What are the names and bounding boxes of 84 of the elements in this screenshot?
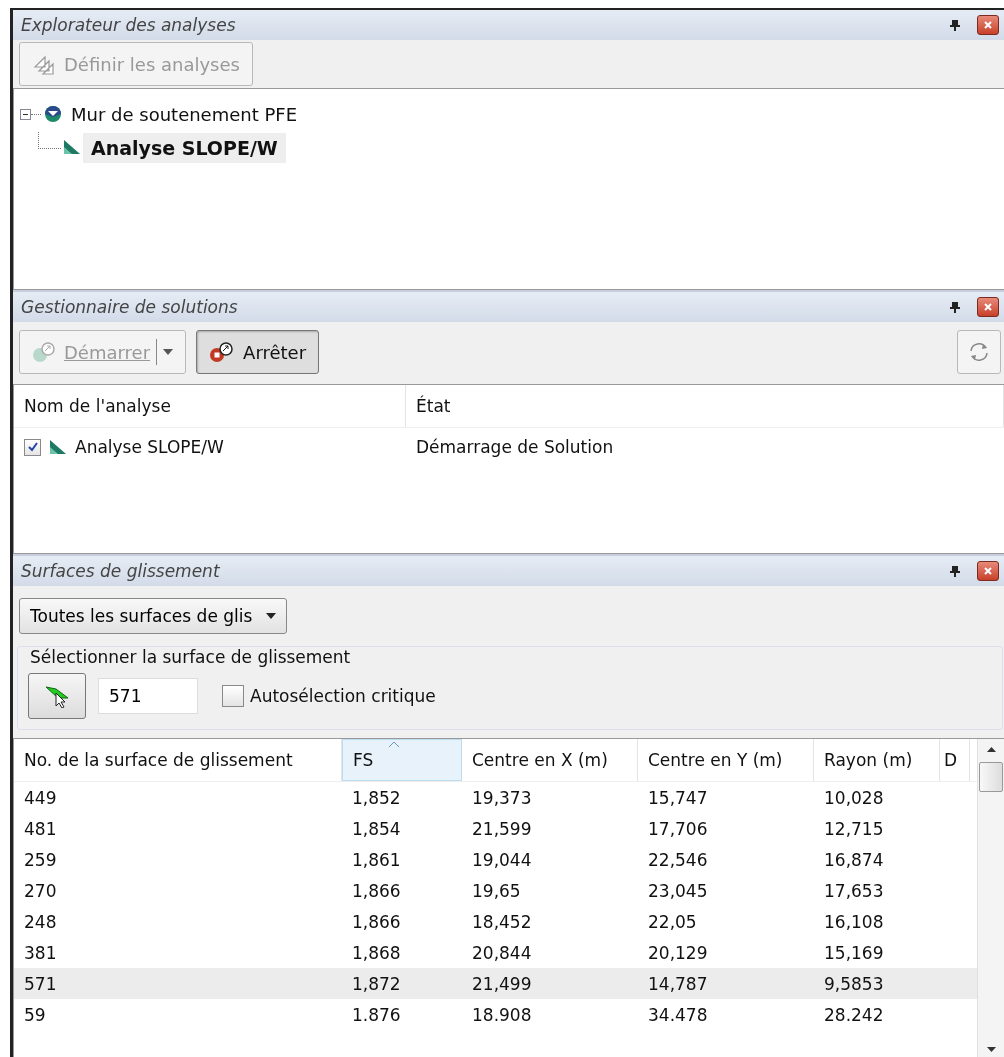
table-cell-text: 18.908	[471, 1004, 533, 1025]
checkbox[interactable]	[24, 438, 41, 456]
tree-item[interactable]: Analyse SLOPE/W	[83, 133, 286, 163]
refresh-button[interactable]	[957, 330, 1001, 374]
pin-icon[interactable]	[949, 565, 961, 577]
table-cell-text: 17,706	[647, 818, 709, 839]
table-cell-text: 571	[23, 973, 58, 994]
tree-item[interactable]: Mur de soutenement PFE	[63, 99, 306, 129]
panel-title: Surfaces de glissement	[21, 561, 221, 581]
surface-number-field[interactable]: 571	[98, 678, 198, 714]
table-cell-text: 449	[23, 787, 58, 808]
close-icon	[983, 302, 993, 312]
table-cell-text: 17,653	[823, 880, 885, 901]
table-cell-text: 381	[23, 942, 58, 963]
play-gear-icon	[32, 341, 58, 363]
table-cell-text: 259	[23, 849, 58, 870]
table-cell-text: 1,854	[351, 818, 402, 839]
column-header[interactable]: Centre en Y (m)	[638, 739, 814, 781]
table-cell-text: 248	[23, 911, 58, 932]
close-icon	[983, 20, 993, 30]
table-cell-text: 9,5853	[823, 973, 885, 994]
panel-title: Gestionnaire de solutions	[21, 297, 239, 317]
column-header[interactable]: Centre en X (m)	[462, 739, 638, 781]
table-cell-text: 1,872	[351, 973, 402, 994]
table-cell-text: 1,868	[351, 942, 402, 963]
table-cell-text: 16,874	[823, 849, 885, 870]
table-cell-text: 1.876	[351, 1004, 402, 1025]
table-cell-text: 15,747	[647, 787, 709, 808]
table-cell-text: 18,452	[471, 911, 533, 932]
table-cell-text: 12,715	[823, 818, 885, 839]
close-button[interactable]	[977, 15, 999, 35]
caret-icon	[266, 613, 277, 619]
table-cell-text: 21,499	[471, 973, 533, 994]
scroll-up-icon	[986, 747, 996, 752]
stop-button[interactable]: Arrêter	[196, 330, 320, 374]
checkbox-label: Autosélection critique	[250, 686, 436, 706]
table-cell-text: 59	[23, 1004, 47, 1025]
table-cell-text: 1,861	[351, 849, 402, 870]
table-cell-text: 34.478	[647, 1004, 709, 1025]
table-cell-text: 21,599	[471, 818, 533, 839]
panel-title: Explorateur des analyses	[21, 15, 237, 35]
close-icon	[983, 566, 993, 576]
table-cell-text: 481	[23, 818, 58, 839]
table-cell-text: Démarrage de Solution	[415, 437, 615, 457]
surface-filter-dropdown[interactable]: Toutes les surfaces de glis	[19, 598, 288, 634]
column-header[interactable]: Rayon (m)	[814, 739, 940, 781]
table-cell-text: 14,787	[647, 973, 709, 994]
column-header[interactable]: État	[406, 385, 1004, 427]
table-cell-text: 270	[23, 880, 58, 901]
pin-icon[interactable]	[949, 301, 961, 313]
group-label: Sélectionner la surface de glissement	[28, 647, 353, 667]
caret-icon	[163, 349, 174, 355]
table-cell-text: 19,65	[471, 880, 522, 901]
checkbox[interactable]	[222, 685, 244, 707]
pin-icon[interactable]	[949, 19, 961, 31]
table-cell-text: 1,852	[351, 787, 402, 808]
column-header[interactable]: Nom de l'analyse	[14, 385, 406, 427]
close-button[interactable]	[977, 297, 999, 317]
globe-icon	[43, 105, 63, 123]
scroll-down-icon	[986, 1047, 996, 1052]
table-cell-text: 1,866	[351, 911, 402, 932]
collapse-icon[interactable]	[20, 108, 31, 120]
table-cell-text: 1,866	[351, 880, 402, 901]
table-cell-text: 15,169	[823, 942, 885, 963]
table-cell-text: 19,373	[471, 787, 533, 808]
scrollbar[interactable]	[977, 739, 1004, 1057]
table-cell-text: 10,028	[823, 787, 885, 808]
table-cell-text: 20,129	[647, 942, 709, 963]
table-cell-text: 19,044	[471, 849, 533, 870]
column-header[interactable]: FS	[342, 739, 462, 781]
scroll-thumb[interactable]	[979, 762, 1003, 792]
close-button[interactable]	[977, 561, 999, 581]
check-icon	[27, 442, 38, 452]
slope-icon	[49, 439, 67, 455]
column-header[interactable]: D	[940, 739, 970, 781]
table-cell: Analyse SLOPE/W	[75, 437, 224, 457]
table-cell-text: 16,108	[823, 911, 885, 932]
table-cell-text: 23,045	[647, 880, 709, 901]
pick-surface-button[interactable]	[28, 673, 86, 719]
table-cell-text: 28.242	[823, 1004, 885, 1025]
slope-pointer-icon	[44, 684, 70, 708]
table-cell-text: 20,844	[471, 942, 533, 963]
table-cell-text: 22,546	[647, 849, 709, 870]
table-cell-text: 22,05	[647, 911, 698, 932]
